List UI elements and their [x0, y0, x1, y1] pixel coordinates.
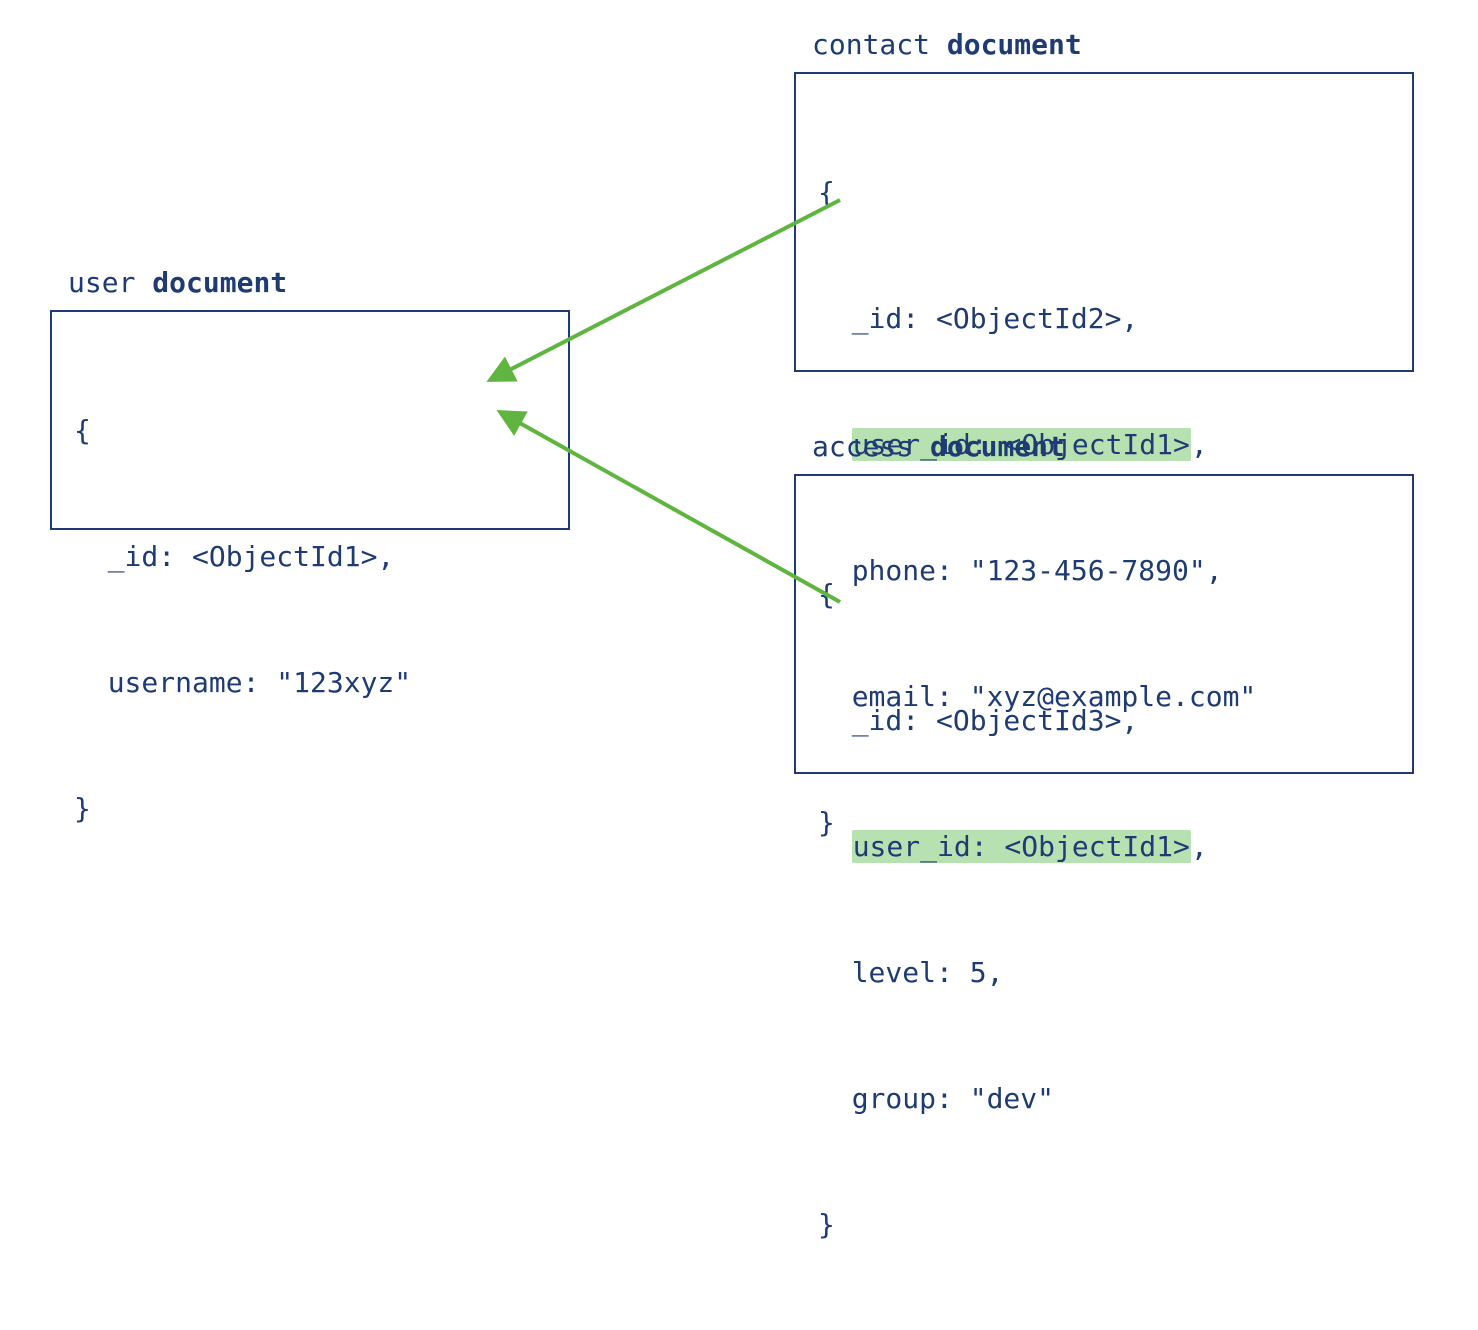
contact-label-bold: document [947, 28, 1082, 61]
access-line-id: _id: <ObjectId3>, [852, 704, 1139, 737]
access-document-label: access document [812, 430, 1065, 463]
user-line-id: _id: <ObjectId1>, [108, 540, 395, 573]
contact-document-box: { _id: <ObjectId2>, user_id: <ObjectId1>… [794, 72, 1414, 372]
access-document-box: { _id: <ObjectId3>, user_id: <ObjectId1>… [794, 474, 1414, 774]
user-document-box: { _id: <ObjectId1>, username: "123xyz" } [50, 310, 570, 530]
access-label-prefix: access [812, 430, 930, 463]
contact-line-id: _id: <ObjectId2>, [852, 302, 1139, 335]
user-line-open: { [74, 410, 546, 452]
contact-line-open: { [818, 172, 1390, 214]
access-line-userid-trailing: , [1191, 830, 1208, 863]
contact-document-label: contact document [812, 28, 1082, 61]
access-line-close: } [818, 1204, 1390, 1246]
user-label-prefix: user [68, 266, 152, 299]
access-label-bold: document [930, 430, 1065, 463]
user-line-close: } [74, 788, 546, 830]
access-document-code: { _id: <ObjectId3>, user_id: <ObjectId1>… [818, 490, 1390, 1330]
user-line-username: username: "123xyz" [108, 666, 411, 699]
user-document-label: user document [68, 266, 287, 299]
user-document-code: { _id: <ObjectId1>, username: "123xyz" } [74, 326, 546, 914]
access-line-group: group: "dev" [852, 1082, 1054, 1115]
user-label-bold: document [152, 266, 287, 299]
access-line-userid: user_id: <ObjectId1> [852, 830, 1191, 863]
access-line-open: { [818, 574, 1390, 616]
diagram-canvas: user document { _id: <ObjectId1>, userna… [0, 0, 1478, 840]
access-line-level: level: 5, [852, 956, 1004, 989]
contact-line-userid-trailing: , [1191, 428, 1208, 461]
contact-label-prefix: contact [812, 28, 947, 61]
